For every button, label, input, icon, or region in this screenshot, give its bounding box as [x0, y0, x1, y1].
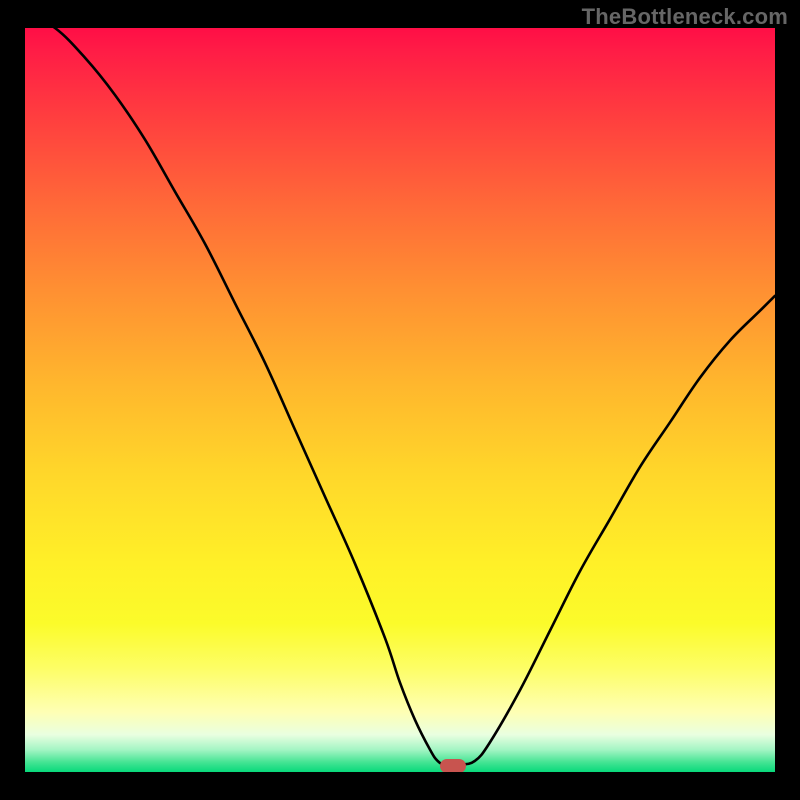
- watermark-text: TheBottleneck.com: [582, 4, 788, 30]
- optimum-marker: [440, 759, 466, 772]
- plot-area: [25, 28, 775, 772]
- bottleneck-curve: [25, 28, 775, 772]
- chart-stage: TheBottleneck.com: [0, 0, 800, 800]
- curve-path: [25, 28, 775, 765]
